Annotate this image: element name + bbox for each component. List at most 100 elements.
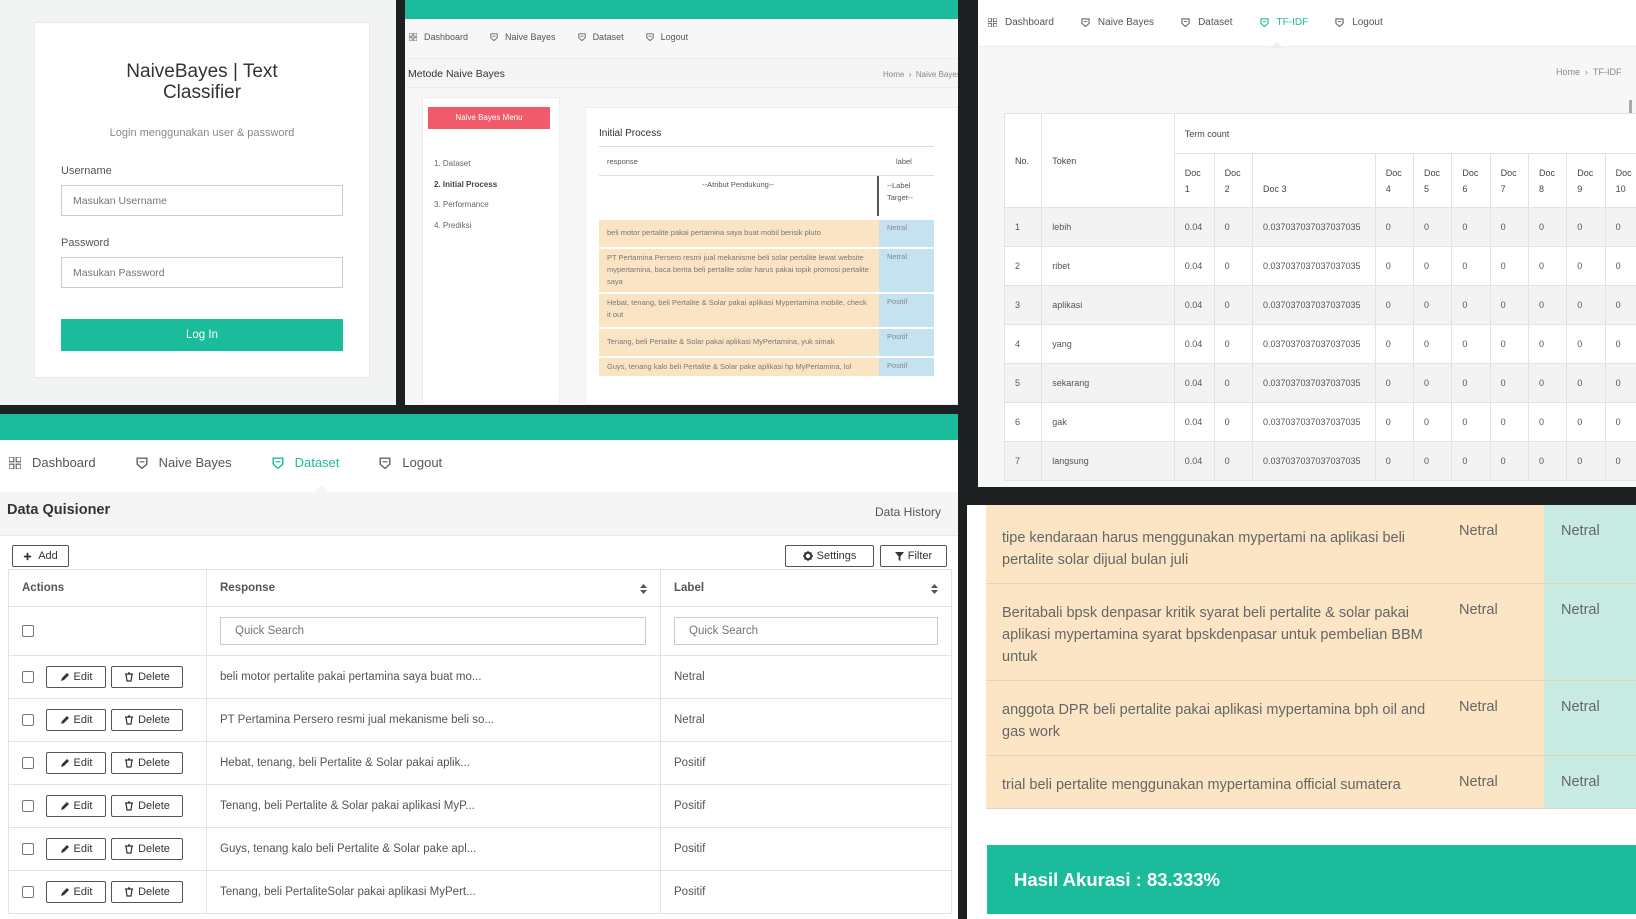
step-item-active[interactable]: 2. Initial Process (434, 175, 497, 196)
nav-dashboard[interactable]: Dashboard (409, 32, 468, 42)
password-field[interactable] (61, 257, 343, 288)
response-cell: Hebat, tenang, beli Pertalite & Solar pa… (206, 741, 661, 785)
edit-button[interactable]: Edit (46, 752, 106, 774)
process-row: Hebat, tenang, beli Pertalite & Solar pa… (599, 292, 934, 327)
delete-button[interactable]: Delete (111, 666, 183, 688)
add-button[interactable]: Add (12, 545, 69, 567)
nav-naive-bayes[interactable]: Naive Bayes (490, 32, 556, 42)
delete-button[interactable]: Delete (111, 881, 183, 903)
tfidf-value: 0.04 (1173, 207, 1215, 247)
trash-icon (125, 801, 134, 811)
delete-button[interactable]: Delete (111, 795, 183, 817)
table-row: 2 ribet 0.04 0 0.037037037037037035 0 0 0 0 0 0 0 (1003, 246, 1636, 286)
table-row: Edit Delete PT Pertamina Persero resmi jua… (8, 698, 952, 742)
text-cell: anggota DPR beli pertalite pakai aplikas… (986, 681, 1459, 755)
nav-dashboard[interactable]: Dashboard (988, 17, 1054, 28)
tfidf-value: 0 (1489, 363, 1529, 403)
sort-icon[interactable] (640, 584, 647, 594)
prediction-row: tipe kendaraan harus menggunakan myperta… (986, 505, 1636, 584)
delete-button[interactable]: Delete (111, 709, 183, 731)
nav-naive-bayes[interactable]: Naive Bayes (1081, 17, 1154, 28)
dataset-panel: Dashboard Naive Bayes Dataset Logout Dat… (0, 414, 958, 919)
nav-label: Dataset (592, 32, 624, 42)
label-cell: Positif (660, 784, 952, 828)
select-all-cell (8, 606, 207, 656)
nav-dashboard[interactable]: Dashboard (9, 455, 96, 470)
breadcrumb-current: Naive Bayes (915, 70, 958, 79)
label-search-input[interactable] (674, 617, 938, 645)
nav-dataset-active[interactable]: Dataset (272, 455, 339, 470)
tfidf-value: 0 (1213, 441, 1253, 481)
doc-header-bottom: 9 (1577, 183, 1583, 194)
trash-icon (125, 887, 134, 897)
tfidf-value: 0 (1374, 363, 1415, 403)
tfidf-value: 0 (1213, 207, 1253, 247)
row-checkbox[interactable] (22, 671, 34, 683)
tfidf-value: 0 (1604, 324, 1636, 364)
doc-column-header: Doc 4 (1374, 153, 1415, 208)
doc-header-bottom: 8 (1538, 183, 1544, 194)
response-cell: beli motor pertalite pakai pertamina say… (206, 655, 661, 699)
row-checkbox[interactable] (22, 886, 34, 898)
sort-icon[interactable] (931, 584, 938, 594)
edit-button[interactable]: Edit (46, 838, 106, 860)
nav-logout[interactable]: Logout (645, 32, 689, 42)
nav-tfidf-active[interactable]: TF-IDF (1259, 17, 1308, 28)
step-item[interactable]: 4. Prediksi (434, 216, 497, 237)
attribute-header: --Atribut Pendukung-- --Label Target-- (599, 176, 934, 216)
row-token: langsung (1041, 441, 1175, 481)
delete-button[interactable]: Delete (111, 752, 183, 774)
tfidf-value: 0 (1566, 402, 1606, 442)
dataset-table: Actions Response Label Edit Delete beli mo… (8, 569, 952, 914)
nav-logout[interactable]: Logout (379, 455, 442, 470)
predicted-label-cell: Netral (1544, 756, 1636, 808)
col-label[interactable]: Label (660, 569, 952, 607)
row-no: 5 (1003, 363, 1043, 403)
login-button[interactable]: Log In (61, 319, 343, 351)
tfidf-value: 0 (1413, 285, 1453, 325)
row-checkbox[interactable] (22, 757, 34, 769)
username-field[interactable] (61, 185, 343, 216)
settings-button[interactable]: Settings (785, 545, 874, 567)
doc-header-top: Doc (1385, 167, 1402, 178)
nav-dataset[interactable]: Dataset (1181, 17, 1233, 28)
edit-button[interactable]: Edit (46, 709, 106, 731)
col-response[interactable]: Response (206, 569, 661, 607)
nav-logout[interactable]: Logout (1335, 17, 1383, 28)
nav-label: Dataset (1198, 17, 1233, 28)
prediction-row: Beritabali bpsk denpasar kritik syarat b… (986, 584, 1636, 681)
naive-bayes-menu-button[interactable]: Naive Bayes Menu (428, 107, 550, 129)
doc-header-top: Doc (1462, 167, 1479, 178)
data-history-link[interactable]: Data History (875, 505, 941, 519)
filter-button[interactable]: Filter (880, 545, 947, 567)
row-checkbox[interactable] (22, 843, 34, 855)
page-title: Data Quisioner (7, 502, 111, 518)
response-search-input[interactable] (220, 617, 646, 645)
doc-header-top: Doc (1500, 167, 1517, 178)
doc-header-bottom: 4 (1385, 183, 1391, 194)
edit-button[interactable]: Edit (46, 795, 106, 817)
step-item[interactable]: 1. Dataset (434, 154, 497, 175)
breadcrumb-home[interactable]: Home (1556, 67, 1580, 77)
label-search-cell (660, 606, 952, 656)
select-all-checkbox[interactable] (22, 624, 34, 637)
prediction-row: anggota DPR beli pertalite pakai aplikas… (986, 681, 1636, 756)
edit-button[interactable]: Edit (46, 666, 106, 688)
delete-label: Delete (138, 671, 170, 683)
nav-naive-bayes[interactable]: Naive Bayes (136, 455, 232, 470)
label-cell: Positif (879, 329, 934, 356)
shield-icon (272, 456, 284, 469)
delete-button[interactable]: Delete (111, 838, 183, 860)
breadcrumb-home[interactable]: Home (883, 70, 904, 79)
edit-button[interactable]: Edit (46, 881, 106, 903)
step-item[interactable]: 3. Performance (434, 195, 497, 216)
nav-label: Logout (660, 32, 689, 42)
nav-dataset[interactable]: Dataset (577, 32, 624, 42)
tfidf-value: 0 (1374, 441, 1415, 481)
row-checkbox[interactable] (22, 800, 34, 812)
tfidf-value: 0 (1451, 402, 1491, 442)
row-checkbox[interactable] (22, 714, 34, 726)
tfidf-value: 0.04 (1173, 285, 1215, 325)
table-row: Edit Delete beli motor pertalite pakai per… (8, 655, 952, 699)
row-no: 2 (1003, 246, 1043, 286)
